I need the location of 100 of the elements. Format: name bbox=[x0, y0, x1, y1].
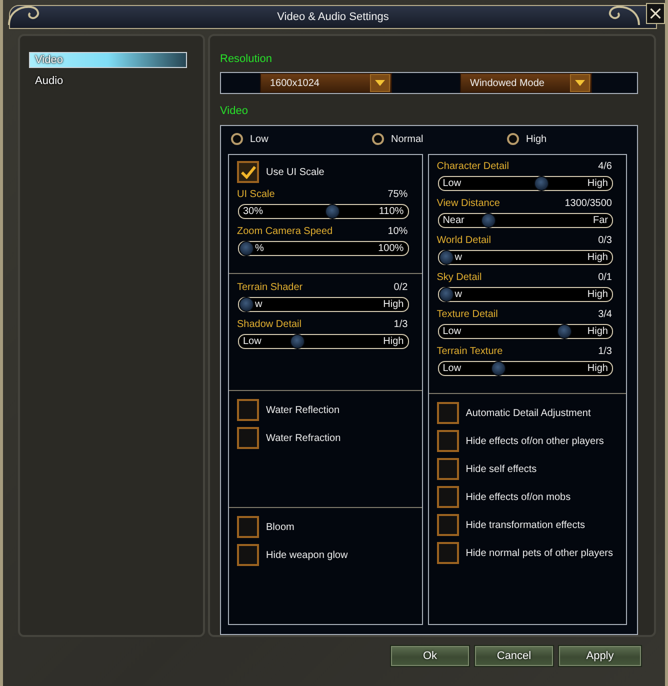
checkbox-label: Water Refraction bbox=[266, 432, 341, 444]
sidebar-item[interactable]: Audio bbox=[29, 73, 187, 89]
close-icon bbox=[650, 8, 661, 19]
checkbox[interactable] bbox=[436, 542, 459, 564]
setting-value: 1/3 bbox=[394, 319, 408, 331]
checkbox[interactable] bbox=[436, 458, 459, 480]
range-min-label: Near bbox=[442, 214, 464, 226]
setting-label: Shadow Detail bbox=[237, 319, 302, 331]
slider-track[interactable]: w High bbox=[438, 250, 613, 265]
range-max-label: High bbox=[587, 178, 608, 190]
range-min-label: Low bbox=[442, 362, 462, 374]
slider-track[interactable]: % 100% bbox=[238, 241, 409, 256]
setting-label: UI Scale bbox=[237, 189, 275, 201]
slider-thumb[interactable] bbox=[557, 324, 572, 339]
dialog-button[interactable]: Apply bbox=[558, 645, 642, 667]
radio-button[interactable] bbox=[507, 133, 519, 145]
radio-label: Normal bbox=[391, 134, 424, 144]
slider-thumb[interactable] bbox=[490, 361, 506, 376]
slider-thumb[interactable] bbox=[438, 287, 454, 302]
setting-value: 75% bbox=[388, 189, 408, 201]
slider-track[interactable]: Low High bbox=[438, 324, 613, 339]
dialog-button[interactable]: Ok bbox=[390, 645, 470, 667]
slider-thumb[interactable] bbox=[239, 297, 254, 312]
slider-track[interactable]: w High bbox=[238, 297, 409, 312]
checkbox-label: Hide normal pets of other players bbox=[466, 548, 613, 558]
setting-value: 0/3 bbox=[598, 235, 612, 247]
checkmark-icon bbox=[240, 166, 256, 178]
checkbox[interactable] bbox=[237, 161, 259, 183]
checkbox-label: Automatic Detail Adjustment bbox=[466, 408, 591, 418]
checkbox-label: Hide transformation effects bbox=[466, 520, 586, 530]
range-max-label: High bbox=[587, 362, 608, 374]
section-heading: Resolution bbox=[220, 52, 273, 66]
range-max-label: High bbox=[587, 252, 608, 264]
setting-value: 1/3 bbox=[598, 346, 612, 358]
range-max-label: High bbox=[383, 298, 404, 310]
slider-track[interactable]: Low High bbox=[438, 176, 613, 191]
range-max-label: 100% bbox=[378, 242, 404, 254]
range-min-label: 30% bbox=[243, 206, 264, 218]
checkbox[interactable] bbox=[237, 516, 259, 538]
range-min-label: Low bbox=[442, 326, 462, 338]
slider-track[interactable]: Low High bbox=[238, 334, 409, 349]
scroll-ornament-icon bbox=[607, 4, 641, 26]
range-max-label: High bbox=[383, 336, 404, 348]
slider-thumb[interactable] bbox=[325, 204, 340, 219]
setting-label: Terrain Texture bbox=[436, 346, 503, 358]
range-min-label: w bbox=[454, 252, 462, 264]
setting-value: 0/2 bbox=[394, 282, 408, 294]
range-max-label: 110% bbox=[378, 206, 404, 218]
slider-thumb[interactable] bbox=[534, 176, 549, 191]
slider-track[interactable]: Low High bbox=[438, 361, 613, 376]
range-max-label: High bbox=[587, 326, 608, 338]
setting-label: View Distance bbox=[436, 198, 500, 210]
checkbox-label: Hide effects of/on other players bbox=[466, 436, 604, 446]
checkbox-label: Hide effects of/on mobs bbox=[466, 492, 571, 502]
range-min-label: % bbox=[255, 242, 264, 254]
checkbox[interactable] bbox=[436, 430, 459, 452]
setting-value: 10% bbox=[388, 226, 408, 238]
slider-track[interactable]: Near Far bbox=[438, 213, 613, 228]
setting-value: 4/6 bbox=[598, 161, 612, 173]
range-min-label: w bbox=[255, 298, 262, 310]
section-heading: Video bbox=[220, 104, 249, 118]
range-max-label: Far bbox=[593, 214, 608, 226]
checkbox[interactable] bbox=[436, 514, 459, 536]
checkbox[interactable] bbox=[237, 544, 259, 566]
checkbox-label: Hide self effects bbox=[466, 464, 537, 474]
radio-button[interactable] bbox=[372, 133, 384, 145]
close-button[interactable] bbox=[646, 3, 665, 24]
radio-button[interactable] bbox=[231, 133, 243, 145]
setting-label: Texture Detail bbox=[436, 309, 498, 321]
window-title: Video & Audio Settings bbox=[277, 11, 389, 23]
range-min-label: Low bbox=[442, 178, 462, 190]
setting-value: 1300/3500 bbox=[564, 198, 612, 210]
scroll-ornament-icon bbox=[7, 4, 41, 26]
range-min-label: Low bbox=[243, 336, 262, 348]
setting-value: 0/1 bbox=[598, 272, 612, 284]
caret-icon bbox=[570, 74, 590, 92]
range-max-label: High bbox=[587, 288, 608, 300]
setting-label: Zoom Camera Speed bbox=[237, 226, 333, 238]
slider-thumb[interactable] bbox=[438, 250, 454, 265]
slider-thumb[interactable] bbox=[239, 241, 254, 256]
slider-track[interactable]: 30% 110% bbox=[238, 204, 409, 219]
checkbox[interactable] bbox=[436, 402, 459, 424]
setting-label: Sky Detail bbox=[436, 272, 482, 284]
checkbox-label: Hide weapon glow bbox=[266, 550, 348, 560]
setting-label: Character Detail bbox=[436, 161, 509, 173]
setting-value: 3/4 bbox=[598, 309, 612, 321]
radio-label: High bbox=[526, 134, 547, 144]
slider-track[interactable]: w High bbox=[438, 287, 613, 302]
checkbox[interactable] bbox=[237, 427, 259, 449]
dropdown[interactable]: Windowed Mode bbox=[460, 73, 592, 93]
dialog-button[interactable]: Cancel bbox=[474, 645, 554, 667]
caret-icon bbox=[370, 74, 390, 92]
checkbox-label: Water Reflection bbox=[266, 404, 340, 416]
checkbox[interactable] bbox=[436, 486, 459, 508]
setting-label: World Detail bbox=[436, 235, 491, 247]
dropdown[interactable]: 1600x1024 bbox=[260, 73, 392, 93]
slider-thumb[interactable] bbox=[290, 334, 305, 349]
slider-thumb[interactable] bbox=[481, 213, 496, 228]
setting-label: Terrain Shader bbox=[237, 282, 303, 294]
checkbox[interactable] bbox=[237, 399, 259, 421]
